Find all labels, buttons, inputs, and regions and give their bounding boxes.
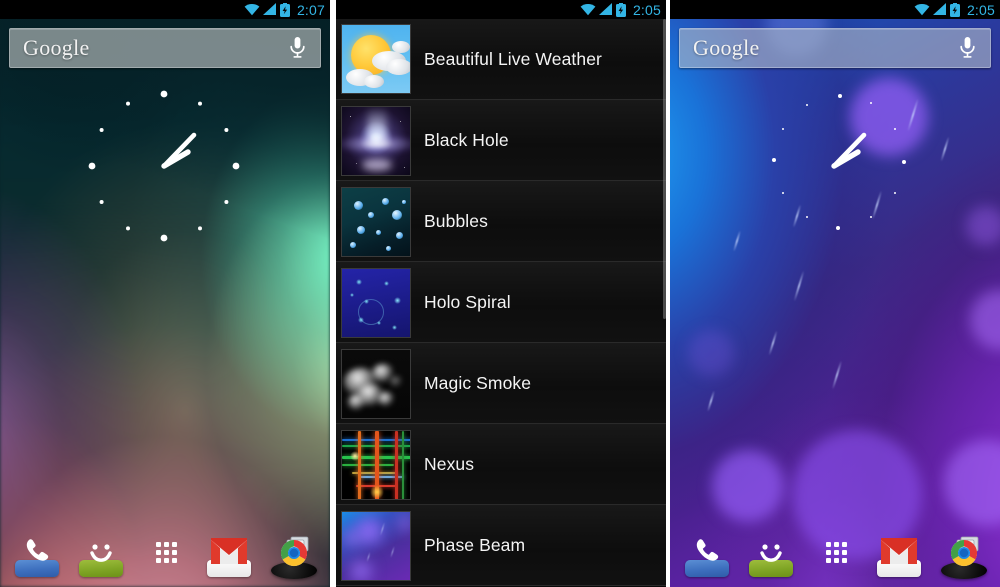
holo-spiral-thumbnail [341, 267, 411, 338]
dock-item-browser[interactable] [941, 529, 987, 579]
list-item-label: Holo Spiral [424, 292, 511, 312]
wifi-icon [580, 4, 596, 16]
status-icons-left [244, 2, 290, 17]
status-time-left: 2:07 [296, 1, 325, 18]
phone-icon [26, 539, 49, 561]
status-bar-mid: 2:05 [336, 0, 666, 19]
signal-icon [598, 3, 612, 15]
clock-face-left [88, 90, 240, 242]
list-item[interactable]: Magic Smoke [336, 343, 666, 424]
battery-charging-icon [615, 2, 626, 17]
dock-left [0, 515, 330, 587]
dock-item-phone[interactable] [15, 529, 59, 577]
nexus-thumbnail [341, 429, 411, 500]
status-bar-right: 2:05 [670, 0, 1000, 19]
microphone-icon [960, 37, 975, 58]
list-item-label: Beautiful Live Weather [424, 48, 602, 69]
magic-smoke-thumbnail [341, 348, 411, 419]
signal-icon [932, 3, 946, 15]
google-search-widget-right[interactable]: Google [679, 28, 991, 68]
list-item[interactable]: Holo Spiral [336, 262, 666, 343]
list-scrollbar[interactable] [663, 19, 666, 319]
chrome-browser-icon [280, 536, 309, 567]
search-label-left: Google [23, 35, 90, 60]
list-item-label: Nexus [424, 454, 475, 474]
google-search-widget-left[interactable]: Google [9, 28, 321, 68]
wifi-icon [914, 4, 930, 16]
bubbles-thumbnail [341, 186, 411, 257]
dock-item-phone[interactable] [685, 529, 729, 577]
battery-charging-icon [949, 2, 960, 17]
phase-beam-thumbnail [341, 510, 411, 581]
home-screen-right[interactable]: 2:05 Google [670, 0, 1000, 587]
gmail-envelope-icon [881, 538, 917, 564]
clock-face-right [831, 132, 867, 169]
list-item[interactable]: Bubbles [336, 181, 666, 262]
dock-item-all-apps[interactable] [143, 529, 187, 573]
wallpaper-list[interactable]: Beautiful Live Weather Black Hole Bubble… [336, 19, 666, 587]
chrome-browser-icon [950, 536, 979, 567]
phone-icon [696, 539, 719, 561]
message-smiley-icon [760, 544, 782, 562]
dock-item-messaging[interactable] [79, 529, 123, 577]
live-wallpaper-picker[interactable]: 2:05 Beautiful Live Weather Black Hole B… [336, 0, 666, 587]
dock-item-gmail[interactable] [207, 529, 251, 577]
weather-thumbnail [341, 24, 411, 94]
list-item[interactable]: Black Hole [336, 100, 666, 181]
list-item[interactable]: Beautiful Live Weather [336, 19, 666, 100]
status-time-right: 2:05 [966, 1, 995, 18]
signal-icon [262, 3, 276, 15]
home-screen-left[interactable]: 2:07 Google [0, 0, 330, 587]
list-item[interactable]: Phase Beam [336, 505, 666, 586]
list-item-label: Magic Smoke [424, 373, 532, 393]
gmail-envelope-icon [211, 538, 247, 564]
status-icons-mid [580, 2, 626, 17]
microphone-icon [290, 37, 305, 58]
dock-item-gmail[interactable] [877, 529, 921, 577]
search-label-right: Google [693, 35, 760, 60]
list-item-label: Phase Beam [424, 535, 526, 555]
analog-clock-widget-right[interactable] [752, 84, 916, 248]
message-smiley-icon [90, 544, 112, 562]
dock-item-browser[interactable] [271, 529, 317, 579]
screenshot-container: 2:07 Google 2:05 Beautiful Live Weather … [0, 0, 1000, 587]
dock-right [670, 515, 1000, 587]
status-icons-right [914, 2, 960, 17]
black-hole-thumbnail [341, 105, 411, 176]
list-item-label: Bubbles [424, 211, 488, 231]
status-time-mid: 2:05 [632, 1, 661, 18]
list-item[interactable]: Nexus [336, 424, 666, 505]
dock-item-all-apps[interactable] [813, 529, 857, 573]
voice-search-button-left[interactable] [289, 36, 320, 60]
list-item-label: Black Hole [424, 130, 509, 150]
wifi-icon [244, 4, 260, 16]
dock-item-messaging[interactable] [749, 529, 793, 577]
analog-clock-widget-left[interactable] [82, 84, 246, 248]
voice-search-button-right[interactable] [959, 36, 990, 60]
battery-charging-icon [279, 2, 290, 17]
status-bar-left: 2:07 [0, 0, 330, 19]
